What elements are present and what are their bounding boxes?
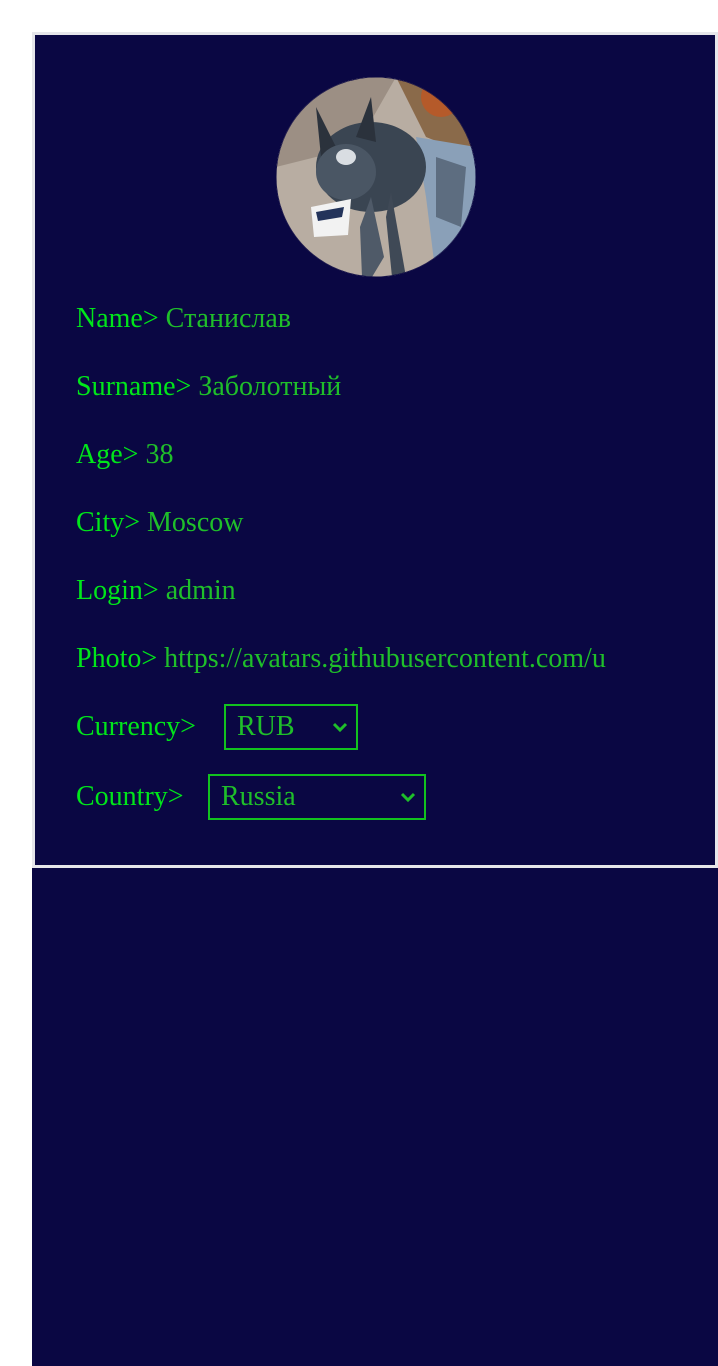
age-label: Age> <box>76 439 139 470</box>
surname-value: Заболотный <box>198 371 342 402</box>
currency-row: Currency> <box>76 711 196 743</box>
login-row: Login> admin <box>76 575 236 607</box>
currency-selected-value: RUB <box>237 711 295 742</box>
surname-row: Surname> Заболотный <box>76 371 341 403</box>
city-label: City> <box>76 507 141 538</box>
currency-label: Currency> <box>76 711 196 742</box>
age-value: 38 <box>145 439 174 470</box>
profile-card: Name> Станислав Surname> Заболотный Age>… <box>32 32 718 868</box>
surname-label: Surname> <box>76 371 192 402</box>
avatar <box>276 77 476 277</box>
country-row: Country> <box>76 781 184 813</box>
country-select[interactable]: Russia <box>208 774 426 820</box>
login-label: Login> <box>76 575 159 606</box>
city-row: City> Moscow <box>76 507 243 539</box>
photo-row: Photo> https://avatars.githubusercontent… <box>76 643 673 675</box>
country-label: Country> <box>76 781 184 812</box>
city-value: Moscow <box>147 507 244 538</box>
name-label: Name> <box>76 303 159 334</box>
name-value: Станислав <box>165 303 291 334</box>
name-row: Name> Станислав <box>76 303 291 335</box>
photo-url: https://avatars.githubusercontent.com/u <box>164 643 606 674</box>
dog-photo-icon <box>276 77 476 277</box>
photo-label: Photo> <box>76 643 158 674</box>
country-selected-value: Russia <box>221 781 296 812</box>
currency-select[interactable]: RUB <box>224 704 358 750</box>
login-value: admin <box>165 575 236 606</box>
age-row: Age> 38 <box>76 439 173 471</box>
chevron-down-icon <box>332 722 348 733</box>
chevron-down-icon <box>400 792 416 803</box>
